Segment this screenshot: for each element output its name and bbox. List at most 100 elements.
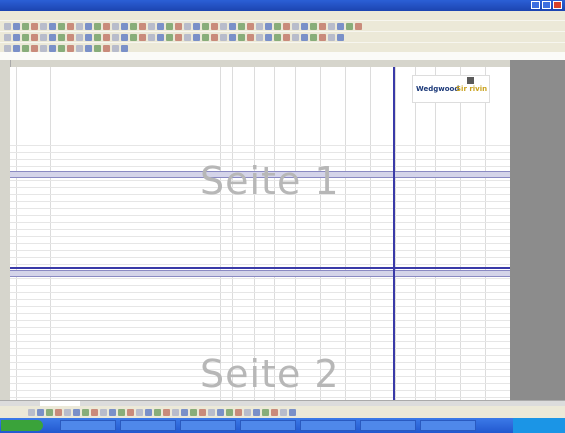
toolbar-button-icon[interactable]: [157, 23, 164, 30]
toolbar-button-icon[interactable]: [49, 23, 56, 30]
toolbar-button-icon[interactable]: [40, 34, 47, 41]
toolbar-button-icon[interactable]: [265, 34, 272, 41]
toolbar-button-icon[interactable]: [100, 409, 107, 416]
toolbar-button-icon[interactable]: [67, 45, 74, 52]
toolbar-button-icon[interactable]: [166, 34, 173, 41]
toolbar-button-icon[interactable]: [202, 23, 209, 30]
toolbar-button-icon[interactable]: [247, 23, 254, 30]
toolbar-button-icon[interactable]: [202, 34, 209, 41]
taskbar-item[interactable]: [360, 420, 416, 431]
toolbar-button-icon[interactable]: [256, 34, 263, 41]
formatting-toolbar[interactable]: [0, 31, 565, 42]
toolbar-button-icon[interactable]: [46, 409, 53, 416]
toolbar-button-icon[interactable]: [172, 409, 179, 416]
toolbar-button-icon[interactable]: [184, 34, 191, 41]
toolbar-button-icon[interactable]: [76, 34, 83, 41]
toolbar-button-icon[interactable]: [127, 409, 134, 416]
toolbar-button-icon[interactable]: [163, 409, 170, 416]
toolbar-button-icon[interactable]: [301, 23, 308, 30]
worksheet-grid[interactable]: Wedgwood Sir rivin Seite 1 Seite 2: [10, 67, 510, 400]
taskbar-item[interactable]: [180, 420, 236, 431]
window-title-bar[interactable]: [0, 0, 565, 11]
toolbar-button-icon[interactable]: [139, 34, 146, 41]
toolbar-button-icon[interactable]: [229, 23, 236, 30]
toolbar-button-icon[interactable]: [283, 34, 290, 41]
toolbar-button-icon[interactable]: [199, 409, 206, 416]
toolbar-button-icon[interactable]: [58, 34, 65, 41]
toolbar-button-icon[interactable]: [319, 23, 326, 30]
toolbar-button-icon[interactable]: [181, 409, 188, 416]
taskbar-item[interactable]: [420, 420, 476, 431]
toolbar-button-icon[interactable]: [4, 23, 11, 30]
toolbar-button-icon[interactable]: [193, 34, 200, 41]
toolbar-button-icon[interactable]: [235, 409, 242, 416]
toolbar-button-icon[interactable]: [238, 34, 245, 41]
toolbar-button-icon[interactable]: [85, 23, 92, 30]
toolbar-button-icon[interactable]: [49, 45, 56, 52]
toolbar-button-icon[interactable]: [76, 45, 83, 52]
toolbar-button-icon[interactable]: [112, 34, 119, 41]
toolbar-button-icon[interactable]: [49, 34, 56, 41]
toolbar-button-icon[interactable]: [31, 45, 38, 52]
toolbar-button-icon[interactable]: [154, 409, 161, 416]
toolbar-button-icon[interactable]: [37, 409, 44, 416]
toolbar-button-icon[interactable]: [136, 409, 143, 416]
toolbar-button-icon[interactable]: [319, 34, 326, 41]
toolbar-button-icon[interactable]: [328, 23, 335, 30]
toolbar-button-icon[interactable]: [355, 23, 362, 30]
taskbar-item[interactable]: [120, 420, 176, 431]
toolbar-button-icon[interactable]: [28, 409, 35, 416]
toolbar-button-icon[interactable]: [190, 409, 197, 416]
toolbar-button-icon[interactable]: [211, 23, 218, 30]
toolbar-button-icon[interactable]: [112, 23, 119, 30]
toolbar-button-icon[interactable]: [217, 409, 224, 416]
toolbar-button-icon[interactable]: [103, 45, 110, 52]
toolbar-button-icon[interactable]: [91, 409, 98, 416]
toolbar-button-icon[interactable]: [310, 23, 317, 30]
toolbar-button-icon[interactable]: [112, 45, 119, 52]
toolbar-button-icon[interactable]: [22, 23, 29, 30]
toolbar-button-icon[interactable]: [145, 409, 152, 416]
toolbar-button-icon[interactable]: [265, 23, 272, 30]
toolbar-button-icon[interactable]: [94, 45, 101, 52]
extra-toolbar[interactable]: [0, 42, 565, 52]
toolbar-button-icon[interactable]: [76, 23, 83, 30]
toolbar-button-icon[interactable]: [109, 409, 116, 416]
toolbar-button-icon[interactable]: [85, 45, 92, 52]
toolbar-button-icon[interactable]: [247, 34, 254, 41]
toolbar-button-icon[interactable]: [211, 34, 218, 41]
toolbar-button-icon[interactable]: [4, 34, 11, 41]
toolbar-button-icon[interactable]: [85, 34, 92, 41]
toolbar-button-icon[interactable]: [118, 409, 125, 416]
toolbar-button-icon[interactable]: [256, 23, 263, 30]
maximize-button[interactable]: [542, 1, 551, 9]
toolbar-button-icon[interactable]: [13, 23, 20, 30]
toolbar-button-icon[interactable]: [292, 23, 299, 30]
toolbar-button-icon[interactable]: [130, 23, 137, 30]
toolbar-button-icon[interactable]: [94, 34, 101, 41]
toolbar-button-icon[interactable]: [175, 23, 182, 30]
toolbar-button-icon[interactable]: [220, 34, 227, 41]
toolbar-button-icon[interactable]: [67, 34, 74, 41]
toolbar-button-icon[interactable]: [220, 23, 227, 30]
toolbar-button-icon[interactable]: [4, 45, 11, 52]
toolbar-button-icon[interactable]: [193, 23, 200, 30]
toolbar-button-icon[interactable]: [274, 34, 281, 41]
toolbar-button-icon[interactable]: [139, 23, 146, 30]
close-button[interactable]: [553, 1, 562, 9]
toolbar-button-icon[interactable]: [244, 409, 251, 416]
taskbar-item[interactable]: [60, 420, 116, 431]
toolbar-button-icon[interactable]: [301, 34, 308, 41]
toolbar-button-icon[interactable]: [328, 34, 335, 41]
toolbar-button-icon[interactable]: [64, 409, 71, 416]
toolbar-button-icon[interactable]: [157, 34, 164, 41]
taskbar-item[interactable]: [240, 420, 296, 431]
toolbar-button-icon[interactable]: [148, 23, 155, 30]
toolbar-button-icon[interactable]: [22, 45, 29, 52]
system-tray[interactable]: [513, 418, 565, 433]
toolbar-button-icon[interactable]: [13, 34, 20, 41]
toolbar-button-icon[interactable]: [337, 23, 344, 30]
toolbar-button-icon[interactable]: [31, 34, 38, 41]
taskbar-item[interactable]: [300, 420, 356, 431]
start-button[interactable]: [1, 420, 43, 431]
